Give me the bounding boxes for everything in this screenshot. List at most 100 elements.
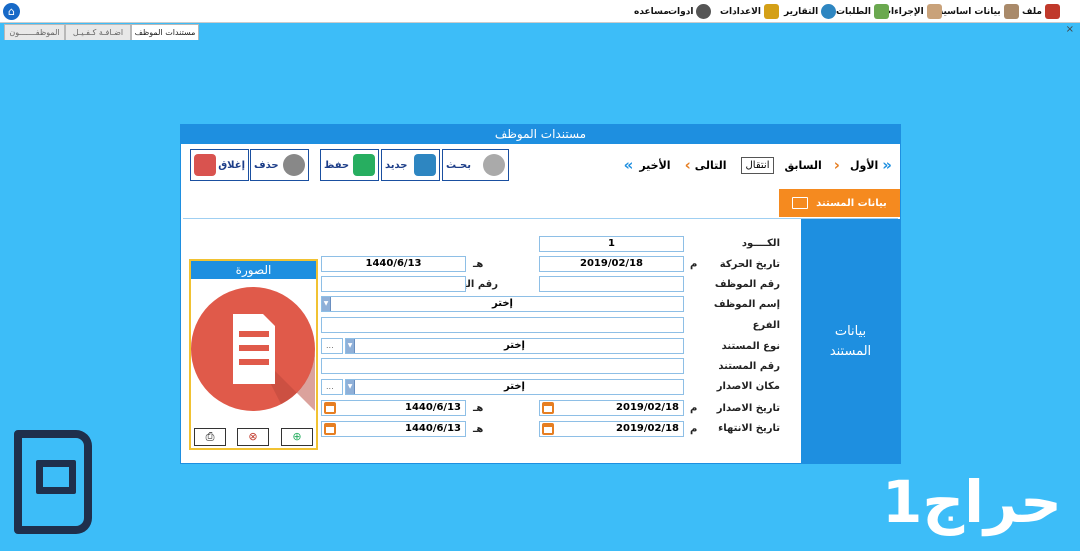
employee-no-label: رقم الموظف <box>714 279 780 290</box>
first-icon[interactable]: « <box>882 157 892 173</box>
hijri-suffix: هـ <box>473 424 484 435</box>
nav-first-button[interactable]: الأول <box>850 159 878 172</box>
close-button-label: إغلاق <box>218 159 245 171</box>
menu-settings[interactable]: الاعدادات <box>720 3 779 20</box>
menu-requests-label: الطلبات <box>836 6 872 17</box>
printer-icon: ⎙ <box>205 430 215 443</box>
nav-next-button[interactable]: التالى <box>695 159 727 172</box>
id-no-field[interactable] <box>321 276 466 292</box>
calendar-icon[interactable] <box>542 402 554 414</box>
nav-last-button[interactable]: الأخير <box>639 159 670 172</box>
last-icon[interactable]: » <box>624 157 634 173</box>
next-icon[interactable]: › <box>685 157 691 173</box>
calendar-icon[interactable] <box>324 402 336 414</box>
menu-help[interactable]: مساعده <box>634 3 669 20</box>
issue-date-hijri-value: 1440/6/13 <box>404 402 461 413</box>
expiry-date-label: تاريخ الانتهاء <box>718 423 780 434</box>
hijri-suffix: هـ <box>473 259 484 270</box>
document-data-tab[interactable]: بيانات المستند <box>779 189 900 217</box>
issue-place-value: إختر <box>504 381 525 392</box>
tab-employee-documents[interactable]: مستندات الموظف <box>131 24 199 40</box>
save-button[interactable]: حفظ <box>320 149 379 181</box>
print-button[interactable]: ⎙ <box>194 428 226 446</box>
photo-title: الصورة <box>191 261 316 279</box>
side-section-label: بيانات المستند <box>801 219 900 464</box>
doc-no-field[interactable] <box>321 358 684 374</box>
hijri-suffix: هـ <box>473 403 484 414</box>
issue-date-greg-value: 2019/02/18 <box>616 402 679 413</box>
search-button[interactable]: بحـث <box>442 149 509 181</box>
doc-type-value: إختر <box>504 340 525 351</box>
watermark-logo-icon <box>14 430 92 534</box>
divider <box>183 218 898 219</box>
previous-icon[interactable]: ‹ <box>834 157 840 173</box>
document-data-tab-label: بيانات المستند <box>816 197 887 209</box>
menu-reports[interactable]: التقارير <box>784 3 837 20</box>
employee-name-label: إسم الموظف <box>713 299 780 310</box>
settings-icon <box>763 4 779 19</box>
expiry-date-hijri-field[interactable]: 1440/6/13 <box>321 421 466 437</box>
doc-no-label: رقم المستند <box>718 361 780 372</box>
delete-button[interactable]: حذف <box>250 149 309 181</box>
image-icon <box>792 197 809 209</box>
calendar-icon[interactable] <box>542 423 554 435</box>
greg-suffix: م <box>690 424 698 435</box>
menu-file[interactable]: ملف <box>1022 3 1060 20</box>
chevron-down-icon[interactable]: ▼ <box>346 380 355 394</box>
issue-date-greg-field[interactable]: 2019/02/18 <box>539 400 684 416</box>
close-icon[interactable]: × <box>1066 24 1074 35</box>
new-button-label: جديد <box>385 159 408 171</box>
window-title: مستندات الموظف <box>181 125 900 144</box>
menu-reports-label: التقارير <box>784 6 819 17</box>
record-navigation: « الأول ‹ السابق انتقال التالى › الأخير … <box>624 151 892 179</box>
greg-suffix: م <box>690 259 698 270</box>
issue-place-select[interactable]: ▼ إختر <box>345 379 684 395</box>
expiry-date-greg-value: 2019/02/18 <box>616 423 679 434</box>
employee-no-field[interactable] <box>539 276 684 292</box>
database-icon <box>1003 4 1019 19</box>
menu-settings-label: الاعدادات <box>720 6 761 17</box>
remove-image-button[interactable]: ⊗ <box>237 428 269 446</box>
menu-requests[interactable]: الطلبات <box>836 3 890 20</box>
close-button[interactable]: إغلاق <box>190 149 249 181</box>
add-image-button[interactable]: ⊕ <box>281 428 313 446</box>
movement-date-hijri-field[interactable]: 1440/6/13 <box>321 256 466 272</box>
issue-place-more-button[interactable]: ... <box>321 379 343 395</box>
doc-type-select[interactable]: ▼ إختر <box>345 338 684 354</box>
new-button[interactable]: جديد <box>381 149 440 181</box>
issue-date-hijri-field[interactable]: 1440/6/13 <box>321 400 466 416</box>
tab-employees[interactable]: الموظفـــــــون <box>4 24 65 40</box>
menu-tools[interactable]: ادوات <box>668 3 712 20</box>
employee-documents-window: مستندات الموظف « الأول ‹ السابق انتقال ا… <box>180 124 901 464</box>
menu-bar: ⌂ ملف بيانات اساسية الإجراءات الطلبات ال… <box>0 0 1080 23</box>
tab-add-sponsorship[interactable]: اضـافـة كـفـيـل <box>65 24 131 40</box>
movement-date-greg-field[interactable]: 2019/02/18 <box>539 256 684 272</box>
employee-name-value: إختر <box>492 298 513 309</box>
menu-help-label: مساعده <box>634 6 669 17</box>
chevron-down-icon[interactable]: ▼ <box>346 339 355 353</box>
movement-date-label: تاريخ الحركة <box>719 259 780 270</box>
calendar-icon[interactable] <box>324 423 336 435</box>
employee-name-select[interactable]: ▼ إختر <box>321 296 684 312</box>
gear-icon <box>696 4 712 19</box>
code-field[interactable]: 1 <box>539 236 684 252</box>
nav-previous-button[interactable]: السابق <box>784 159 821 172</box>
reports-icon <box>821 4 837 19</box>
expiry-date-greg-field[interactable]: 2019/02/18 <box>539 421 684 437</box>
issue-date-label: تاريخ الاصدار <box>716 403 780 414</box>
delete-database-icon <box>283 154 305 176</box>
document-placeholder-icon[interactable] <box>191 279 316 419</box>
doc-type-more-button[interactable]: ... <box>321 338 343 354</box>
expiry-date-hijri-value: 1440/6/13 <box>404 423 461 434</box>
add-image-icon: ⊕ <box>292 430 302 443</box>
home-icon[interactable]: ⌂ <box>3 3 20 20</box>
new-document-icon <box>414 154 436 176</box>
watermark-text: حراج1 <box>882 468 1063 536</box>
menu-basic-data[interactable]: بيانات اساسية <box>938 3 1019 20</box>
nav-goto-button[interactable]: انتقال <box>740 156 775 174</box>
menu-procedures[interactable]: الإجراءات <box>882 3 942 20</box>
chevron-down-icon[interactable]: ▼ <box>322 297 331 311</box>
file-icon <box>1044 4 1060 19</box>
branch-field[interactable] <box>321 317 684 333</box>
menu-basic-data-label: بيانات اساسية <box>938 6 1001 17</box>
